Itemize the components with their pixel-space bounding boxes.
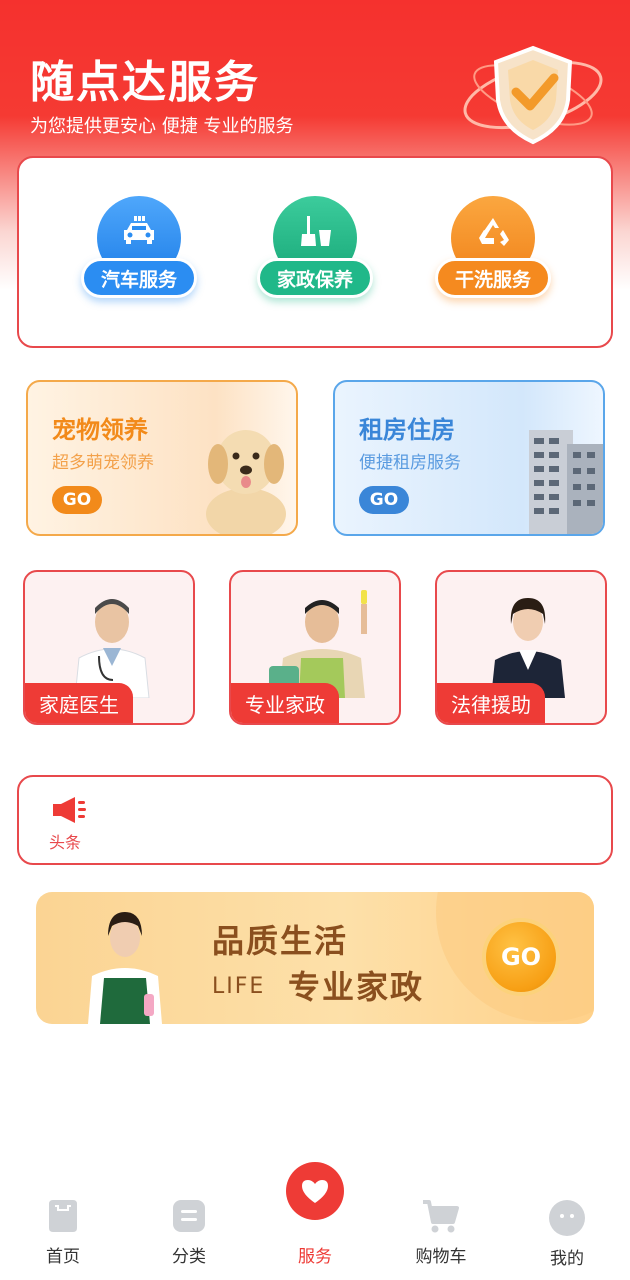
- puppy-image: [206, 430, 286, 534]
- tab-cart[interactable]: 购物车: [391, 1170, 491, 1270]
- tab-profile[interactable]: 我的: [517, 1170, 617, 1270]
- profile-icon: [549, 1200, 585, 1236]
- service-dryclean[interactable]: 干洗服务: [433, 196, 553, 306]
- house-subtitle: 便捷租房服务: [359, 453, 461, 473]
- building-image: [529, 430, 603, 534]
- heart-icon: [286, 1162, 344, 1220]
- house-title: 租房住房: [359, 416, 455, 444]
- quality-life-banner[interactable]: 品质生活 LIFE 专业家政 GO: [36, 892, 594, 1024]
- tab-profile-label: 我的: [550, 1249, 584, 1269]
- family-doctor-card[interactable]: 家庭医生: [23, 570, 195, 725]
- tab-cart-label: 购物车: [415, 1247, 467, 1267]
- tab-category-label: 分类: [172, 1247, 206, 1267]
- services-card: 汽车服务 家政保养 干洗服务: [17, 156, 613, 348]
- bottom-tab-bar: 首页 分类 服务 购物车 我的: [0, 1162, 630, 1280]
- news-label: 头条: [49, 833, 82, 852]
- tab-category[interactable]: 分类: [139, 1170, 239, 1270]
- service-housekeeping[interactable]: 家政保养: [255, 196, 375, 306]
- service-dryclean-label: 干洗服务: [435, 258, 551, 298]
- housekeeping-pro-label: 专业家政: [231, 683, 339, 723]
- category-icon: [173, 1200, 205, 1232]
- banner-life-text: LIFE: [212, 974, 266, 999]
- service-car-label: 汽车服务: [81, 258, 197, 298]
- tab-service[interactable]: 服务: [265, 1162, 365, 1270]
- pet-subtitle: 超多萌宠领养: [52, 453, 154, 473]
- housekeeping-pro-card[interactable]: 专业家政: [229, 570, 401, 725]
- banner-tagline: 专业家政: [288, 968, 425, 1006]
- megaphone-icon: [53, 797, 86, 823]
- cart-icon: [423, 1200, 459, 1233]
- news-ticker[interactable]: 头条: [17, 775, 613, 865]
- page-title: 随点达服务: [30, 57, 260, 108]
- tab-service-label: 服务: [298, 1247, 332, 1267]
- lawyer-image: [491, 598, 565, 698]
- home-icon: [49, 1200, 77, 1232]
- family-doctor-label: 家庭医生: [25, 683, 133, 723]
- doctor-image: [74, 599, 150, 698]
- service-housekeeping-label: 家政保养: [257, 258, 373, 298]
- rental-housing-card[interactable]: 租房住房 便捷租房服务 GO: [333, 380, 605, 536]
- house-go-button[interactable]: GO: [359, 486, 409, 514]
- tab-home-label: 首页: [46, 1247, 80, 1267]
- pet-go-button[interactable]: GO: [52, 486, 102, 514]
- tab-home[interactable]: 首页: [13, 1170, 113, 1270]
- page-subtitle: 为您提供更安心 便捷 专业的服务: [30, 116, 294, 137]
- pet-adoption-card[interactable]: 宠物领养 超多萌宠领养 GO: [26, 380, 298, 536]
- legal-aid-card[interactable]: 法律援助: [435, 570, 607, 725]
- housekeeper-image: [269, 590, 367, 698]
- banner-title: 品质生活: [212, 922, 349, 960]
- banner-go-button[interactable]: GO: [482, 918, 560, 996]
- shield-icon: [458, 40, 608, 150]
- service-car[interactable]: 汽车服务: [79, 196, 199, 306]
- pet-title: 宠物领养: [52, 416, 148, 444]
- legal-aid-label: 法律援助: [437, 683, 545, 723]
- housekeeper-woman-image: [88, 912, 162, 1024]
